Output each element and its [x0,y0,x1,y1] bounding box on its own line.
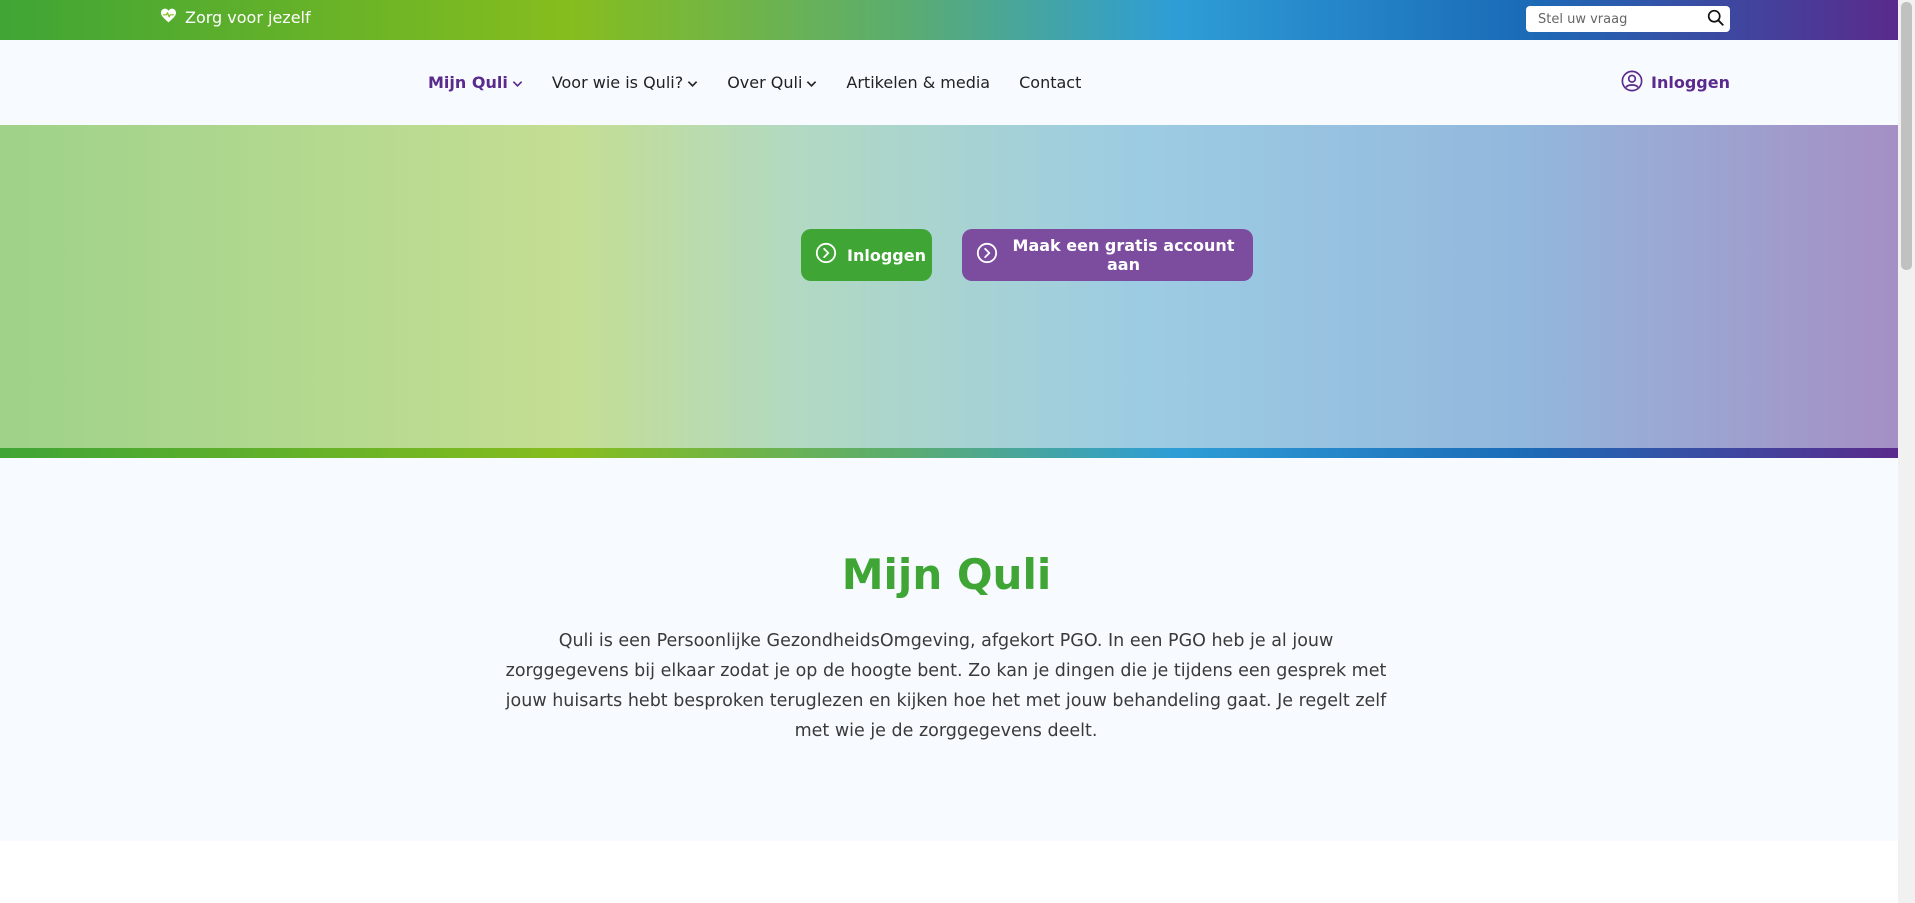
top-bar: Zorg voor jezelf [0,0,1898,40]
main-navigation: Mijn Quli Voor wie is Quli? Over Quli Ar… [0,40,1898,125]
login-button-label: Inloggen [847,245,926,265]
nav-item-label: Artikelen & media [846,73,991,92]
nav-item-voor-wie-is-quli[interactable]: Voor wie is Quli? [552,73,698,92]
chevron-down-icon [806,73,817,92]
tagline: Zorg voor jezelf [160,8,311,27]
chevron-down-icon [687,73,698,92]
arrow-circle-right-icon [815,242,847,268]
hero-divider [0,448,1898,458]
scrollbar-thumb[interactable] [1901,2,1912,270]
user-circle-icon [1621,70,1651,96]
header-login-link[interactable]: Inloggen [1621,40,1730,125]
nav-item-over-quli[interactable]: Over Quli [727,73,817,92]
nav-item-mijn-quli[interactable]: Mijn Quli [428,73,523,92]
search-input[interactable] [1536,10,1707,28]
hero-banner [0,125,1898,448]
login-button[interactable]: Inloggen [801,229,932,281]
nav-item-artikelen-media[interactable]: Artikelen & media [846,73,990,92]
heart-pulse-icon [160,8,185,27]
page-scrollbar[interactable] [1898,0,1915,903]
create-account-button[interactable]: Maak een gratis account aan [962,229,1253,281]
search-box[interactable] [1526,6,1730,32]
nav-item-contact[interactable]: Contact [1019,73,1081,92]
nav-item-label: Voor wie is Quli? [551,73,684,92]
header-login-label: Inloggen [1651,73,1730,92]
nav-item-label: Contact [1019,73,1082,92]
nav-item-label: Mijn Quli [428,73,508,92]
section-text: Quli is een Persoonlijke GezondheidsOmge… [505,631,1387,741]
nav-item-label: Over Quli [727,73,803,92]
intro-section: Mijn Quli Quli is een Persoonlijke Gezon… [0,458,1898,841]
create-account-button-label: Maak een gratis account aan [1012,236,1235,274]
arrow-circle-right-icon [976,242,1008,268]
search-icon[interactable] [1707,9,1724,30]
tagline-text: Zorg voor jezelf [185,8,311,27]
nav-menu: Mijn Quli Voor wie is Quli? Over Quli Ar… [428,40,1110,125]
section-title: Mijn Quli [841,550,1052,599]
chevron-down-icon [512,73,523,92]
